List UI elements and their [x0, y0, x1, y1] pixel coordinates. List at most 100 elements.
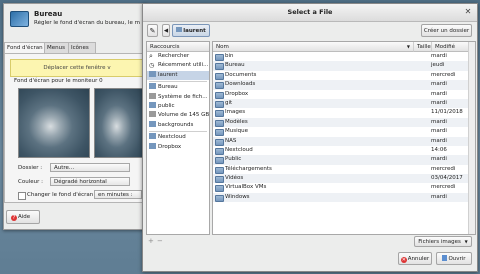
file-row[interactable]: Images 11/01/2018 [213, 108, 468, 118]
open-button[interactable]: Ouvrir [436, 252, 472, 265]
file-list-scrollbar[interactable] [468, 42, 475, 234]
sidebar-item-7[interactable]: Volume de 145 GB [147, 111, 209, 120]
file-modified: mardi [431, 99, 447, 106]
window-subtitle: Régler le fond d'écran du bureau, le m [34, 20, 140, 26]
file-modified: mardi [431, 156, 447, 163]
interval-select[interactable]: en minutes : [94, 190, 142, 199]
file-row[interactable]: Téléchargements mercredi [213, 165, 468, 174]
file-name: NAS [225, 137, 237, 144]
file-row[interactable]: Vidéos 03/04/2017 [213, 174, 468, 184]
drive-icon [149, 111, 156, 118]
file-name: Dropbox [225, 90, 249, 97]
file-name: Windows [225, 193, 250, 200]
file-row[interactable]: Downloads mardi [213, 80, 468, 90]
wallpaper-thumbnail-2[interactable] [94, 88, 144, 158]
file-name: Téléchargements [225, 165, 272, 172]
file-modified: mardi [431, 193, 447, 200]
remove-bookmark-button[interactable]: − [157, 237, 163, 245]
move-window-banner: Déplacer cette fenêtre v [10, 59, 144, 77]
help-icon: ? [11, 215, 17, 221]
places-header-label: Raccourcis [150, 44, 180, 50]
file-name: Documents [225, 71, 257, 78]
file-modified: mardi [431, 81, 447, 88]
sidebar-item-5[interactable]: Système de fich... [147, 92, 209, 102]
file-row[interactable]: bin mardi [213, 52, 468, 61]
open-icon [442, 255, 448, 261]
sidebar-item-4[interactable]: Bureau [147, 83, 209, 92]
file-row[interactable]: Documents mercredi [213, 71, 468, 80]
file-row[interactable]: Dropbox mardi [213, 90, 468, 99]
cancel-button-label: Annuler [407, 256, 430, 262]
home-folder-icon [176, 27, 183, 32]
file-row[interactable]: Nextcloud 14:06 [213, 146, 468, 155]
path-back-button[interactable]: ◀ [162, 24, 170, 37]
file-row[interactable]: Public mardi [213, 155, 468, 165]
recent-icon: ◷ [149, 62, 155, 70]
window-title: Bureau [34, 10, 63, 18]
pencil-icon: ✎ [149, 27, 156, 35]
folder-icon [215, 100, 224, 108]
file-name: Downloads [225, 81, 256, 88]
file-name: Images [225, 109, 246, 116]
folder-label: Dossier : [18, 165, 43, 171]
column-size[interactable]: Taille [413, 42, 431, 52]
folder-icon [215, 91, 224, 99]
folder-icon [215, 63, 224, 71]
file-row[interactable]: Modèles mardi [213, 117, 468, 128]
path-button-label: laurent [183, 28, 206, 34]
add-bookmark-button[interactable]: + [148, 237, 154, 245]
search-icon: ⌕ [149, 52, 153, 60]
change-wallpaper-checkbox[interactable] [18, 192, 26, 200]
sidebar-item-9[interactable]: Nextcloud [147, 133, 209, 142]
sidebar-item-3[interactable]: laurent [147, 70, 209, 81]
file-modified: mercredi [431, 184, 456, 191]
cancel-icon: ✕ [400, 257, 407, 263]
wallpaper-thumbnail-1[interactable] [18, 88, 90, 158]
color-select[interactable]: Dégradé horizontal [50, 177, 130, 186]
folder-icon [215, 185, 224, 193]
file-row[interactable]: Musique mardi [213, 127, 468, 137]
folder-icon [215, 72, 224, 80]
drive-icon [149, 92, 156, 99]
desktop-app-icon [10, 11, 29, 27]
close-icon[interactable]: ✕ [463, 7, 473, 17]
sidebar-item-label: laurent [158, 71, 178, 78]
path-button-home[interactable]: laurent [172, 24, 210, 37]
file-name: Public [225, 156, 242, 163]
sidebar-item-8[interactable]: backgrounds [147, 120, 209, 130]
sidebar-item-label: Nextcloud [158, 134, 186, 141]
places-header[interactable]: Raccourcis [147, 42, 209, 52]
sidebar-item-1[interactable]: ⌕ Rechercher [147, 52, 209, 61]
folder-icon [215, 54, 224, 61]
file-modified: 03/04/2017 [431, 175, 463, 182]
folder-select[interactable]: Autre... [50, 163, 130, 172]
folder-icon [215, 82, 224, 90]
file-row[interactable]: VirtualBox VMs mercredi [213, 183, 468, 193]
folder-icon [215, 129, 224, 137]
chevron-left-icon: ◀ [163, 28, 169, 34]
file-row[interactable]: Windows mardi [213, 192, 468, 203]
sidebar-item-6[interactable]: public [147, 101, 209, 111]
file-row[interactable]: NAS mardi [213, 136, 468, 146]
folder-icon [215, 147, 224, 155]
file-modified: mardi [431, 137, 447, 144]
folder-icon [215, 110, 224, 118]
edit-path-button[interactable]: ✎ [147, 24, 158, 37]
file-modified: jeudi [431, 62, 445, 69]
file-modified: 14:06 [431, 146, 447, 153]
create-folder-button[interactable]: Créer un dossier [421, 24, 472, 37]
file-modified: mardi [431, 128, 447, 135]
file-row[interactable]: Bureau jeudi [213, 61, 468, 71]
file-filter-label: Fichiers images [418, 239, 461, 245]
file-row[interactable]: git mardi [213, 98, 468, 109]
sidebar-item-10[interactable]: Dropbox [147, 142, 209, 152]
folder-icon [149, 120, 156, 127]
sidebar-item-label: Dropbox [158, 143, 182, 150]
file-filter-select[interactable]: Fichiers images ▼ [414, 236, 472, 247]
sidebar-item-2[interactable]: ◷ Récemment utili... [147, 61, 209, 70]
cancel-button[interactable]: ✕ Annuler [398, 252, 432, 265]
column-modified[interactable]: Modifié [431, 42, 469, 52]
folder-icon [215, 166, 224, 174]
column-name[interactable]: Nom ▼ [213, 42, 413, 52]
help-button[interactable]: ? Aide [6, 210, 40, 224]
